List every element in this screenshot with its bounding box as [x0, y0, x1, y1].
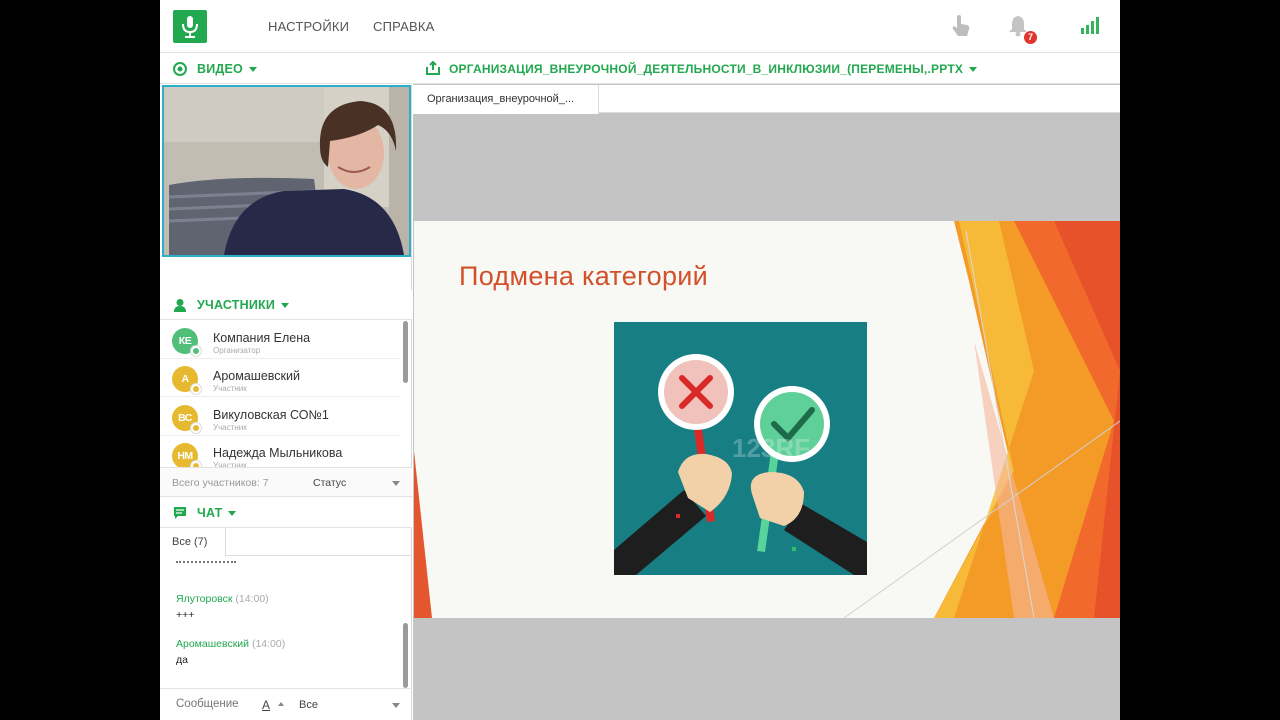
participant-role: Участник — [213, 423, 247, 432]
video-icon — [173, 62, 187, 81]
clipped-message-text — [176, 561, 236, 565]
presentation-slide: Подмена категорий 123RF — [414, 221, 1120, 618]
participant-status-icon — [190, 422, 202, 434]
chat-tabs: Все (7) — [160, 528, 412, 557]
participant-row[interactable]: А Аромашевский Участник — [160, 359, 400, 397]
chat-message-text: да — [176, 654, 188, 666]
chevron-down-icon — [281, 303, 290, 309]
document-tabs: Организация_внеурочной_... — [413, 85, 1120, 114]
chevron-up-icon[interactable] — [278, 702, 284, 706]
participants-scrollbar[interactable] — [403, 321, 408, 383]
participant-role: Участник — [213, 384, 247, 393]
chat-message-author: Аромашевский (14:00) — [176, 638, 286, 650]
chat-panel-title: ЧАТ — [197, 506, 237, 520]
tab-document[interactable]: Организация_внеурочной_... — [413, 85, 599, 114]
participants-total: Всего участников: 7 — [172, 477, 269, 489]
font-format-icon[interactable]: A — [262, 698, 270, 712]
chevron-down-icon[interactable] — [392, 703, 400, 708]
presentation-panel: ОРГАНИЗАЦИЯ_ВНЕУРОЧНОЙ_ДЕЯТЕЛЬНОСТИ_В_ИН… — [413, 54, 1120, 720]
nav-settings[interactable]: НАСТРОЙКИ — [268, 19, 349, 34]
app-window: НАСТРОЙКИ СПРАВКА 7 ВИДЕО УЧАСТНИКИ КЕ К… — [160, 0, 1120, 720]
participant-role: Организатор — [213, 346, 261, 355]
user-icon — [173, 298, 187, 317]
participant-row[interactable]: ВС Викуловская СО№1 Участник — [160, 398, 400, 436]
participant-status-icon — [190, 383, 202, 395]
organizer-crown-icon — [190, 345, 202, 357]
video-panel-title: ВИДЕО — [197, 62, 257, 76]
chevron-down-icon — [969, 67, 978, 73]
chat-scrollbar[interactable] — [403, 623, 408, 688]
tab-chat-all[interactable]: Все (7) — [160, 528, 226, 557]
chevron-down-icon — [228, 511, 237, 517]
participants-panel-header[interactable]: УЧАСТНИКИ — [160, 290, 412, 320]
raise-hand-icon[interactable] — [949, 14, 973, 43]
chat-message-author: Ялуторовск (14:00) — [176, 593, 269, 605]
chat-messages: Ялуторовск (14:00) +++ Аромашевский (14:… — [160, 557, 412, 688]
signal-strength-icon — [1080, 16, 1102, 39]
approve-reject-illustration: 123RF — [614, 322, 867, 575]
chat-icon — [173, 506, 187, 525]
status-select[interactable]: Статус — [313, 477, 346, 489]
microphone-logo-icon[interactable] — [173, 10, 207, 43]
chat-message-input[interactable] — [176, 698, 246, 710]
top-bar: НАСТРОЙКИ СПРАВКА 7 — [160, 0, 1120, 53]
slide-title: Подмена категорий — [459, 261, 709, 291]
watermark-text: 123RF — [732, 433, 810, 463]
recipient-select[interactable]: Все — [299, 699, 318, 711]
document-header[interactable]: ОРГАНИЗАЦИЯ_ВНЕУРОЧНОЙ_ДЕЯТЕЛЬНОСТИ_В_ИН… — [413, 54, 1120, 84]
participants-list: КЕ Компания Елена Организатор А Аромашев… — [160, 321, 412, 467]
participant-name: Надежда Мыльникова — [213, 446, 343, 460]
participant-name: Аромашевский — [213, 369, 300, 383]
chevron-down-icon — [248, 67, 257, 73]
webcam-video[interactable] — [162, 85, 411, 257]
participant-row[interactable]: КЕ Компания Елена Организатор — [160, 321, 400, 359]
chat-panel-header[interactable]: ЧАТ — [160, 498, 412, 528]
participant-status-icon — [190, 460, 202, 467]
participants-footer: Всего участников: 7 Статус — [160, 467, 412, 497]
upload-icon[interactable] — [426, 60, 440, 80]
chevron-down-icon[interactable] — [392, 481, 400, 486]
document-title: ОРГАНИЗАЦИЯ_ВНЕУРОЧНОЙ_ДЕЯТЕЛЬНОСТИ_В_ИН… — [449, 62, 978, 76]
chat-input-bar: A Все — [160, 688, 412, 720]
participants-panel-title: УЧАСТНИКИ — [197, 298, 290, 312]
chat-message-text: +++ — [176, 609, 195, 621]
participant-name: Компания Елена — [213, 331, 311, 345]
notification-count-badge: 7 — [1024, 31, 1037, 44]
video-panel-header[interactable]: ВИДЕО — [160, 54, 412, 84]
left-sidebar: ВИДЕО УЧАСТНИКИ КЕ Компания Елена Органи… — [160, 54, 412, 720]
nav-help[interactable]: СПРАВКА — [373, 19, 435, 34]
participant-row[interactable]: НМ Надежда Мыльникова Участник — [160, 436, 400, 467]
participant-name: Викуловская СО№1 — [213, 408, 329, 422]
